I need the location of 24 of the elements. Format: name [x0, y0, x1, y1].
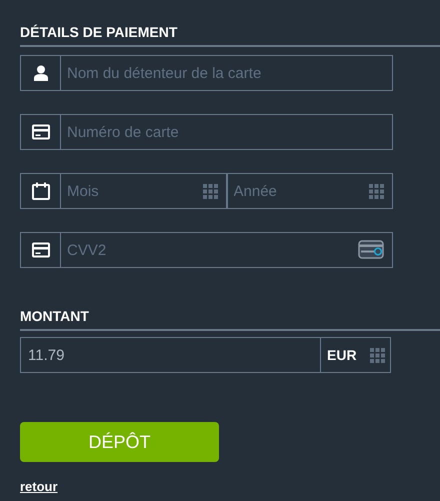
- input-field[interactable]: Année: [228, 174, 369, 208]
- input-field[interactable]: Numéro de carte: [61, 115, 384, 149]
- input-field[interactable]: Nom du détenteur de la carte: [61, 56, 384, 90]
- grid-icon[interactable]: [370, 348, 385, 362]
- credit-card-icon: [32, 242, 50, 258]
- field-frame[interactable]: 11.79 EUR: [20, 337, 391, 373]
- section-heading: MONTANT: [20, 308, 89, 324]
- field-frame[interactable]: Nom du détenteur de la carte: [20, 55, 393, 91]
- credit-card-icon: [32, 124, 50, 140]
- calendar-icon: [32, 182, 50, 200]
- grid-icon[interactable]: [369, 184, 384, 198]
- field-frame[interactable]: Numéro de carte: [20, 114, 393, 150]
- amount-field[interactable]: 11.79: [21, 338, 320, 372]
- input-field[interactable]: Année: [226, 174, 392, 208]
- date-field-group[interactable]: Mois Année: [20, 173, 393, 209]
- back-link[interactable]: retour: [20, 479, 58, 494]
- card-security-icon: [358, 240, 384, 260]
- input-field[interactable]: CVV2: [61, 233, 358, 267]
- section-heading: DÉTAILS DE PAIEMENT: [20, 24, 178, 40]
- currency-label: EUR: [327, 347, 357, 363]
- user-icon: [34, 65, 48, 81]
- currency-select[interactable]: EUR: [320, 338, 390, 372]
- field-frame[interactable]: CVV2: [20, 232, 393, 268]
- grid-icon[interactable]: [202, 184, 218, 198]
